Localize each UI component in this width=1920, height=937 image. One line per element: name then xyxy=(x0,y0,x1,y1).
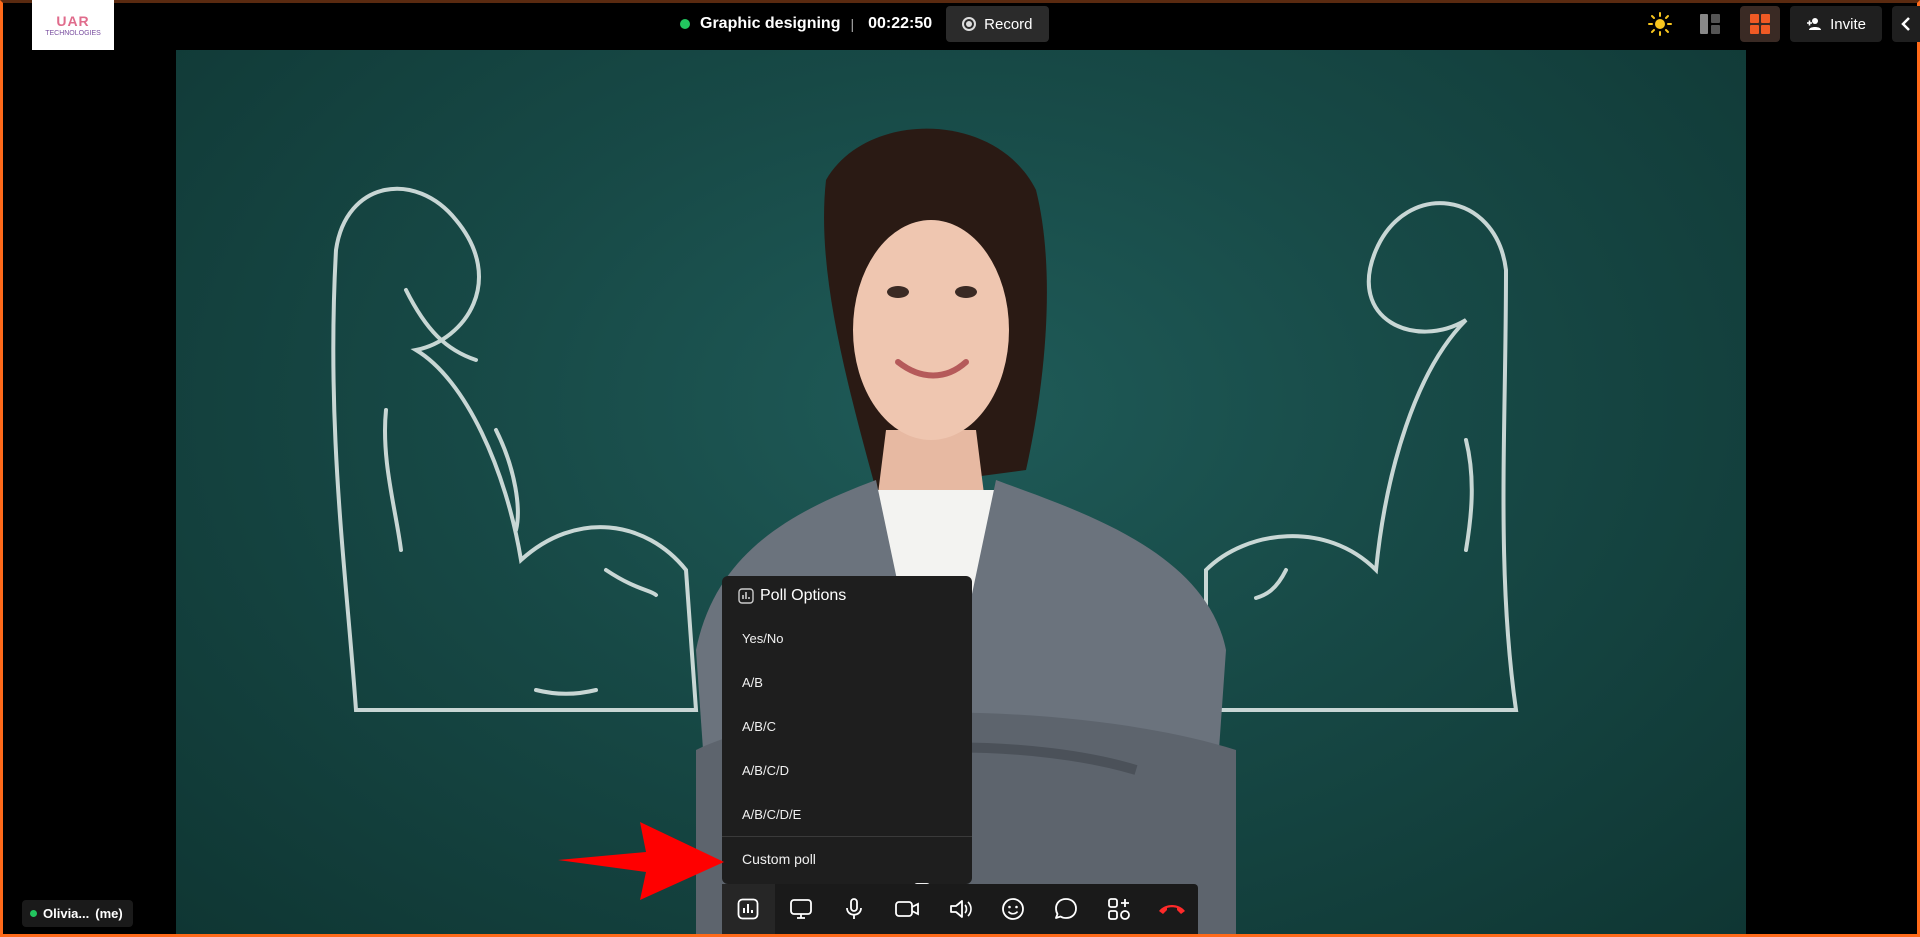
grid-layout-button[interactable] xyxy=(1740,6,1781,42)
chevron-left-icon xyxy=(1901,17,1910,31)
layout-sidebar-icon xyxy=(1700,14,1721,34)
record-button[interactable]: Record xyxy=(946,6,1049,42)
end-call-icon xyxy=(1158,905,1185,914)
top-right-controls: Invite xyxy=(1640,6,1920,42)
company-logo: UAR TECHNOLOGIES xyxy=(32,0,114,50)
screen-share-button[interactable] xyxy=(775,884,828,934)
camera-button[interactable] xyxy=(881,884,934,934)
logo-text: UAR xyxy=(56,13,90,29)
end-call-button[interactable] xyxy=(1145,884,1198,934)
meeting-timer: 00:22:50 xyxy=(868,15,933,32)
sidebar-layout-button[interactable] xyxy=(1690,6,1730,42)
pointer-arrow-annotation xyxy=(558,822,724,900)
poll-option-a-b-c-d[interactable]: A/B/C/D xyxy=(722,748,972,792)
participant-name: Olivia... xyxy=(43,906,90,921)
meeting-title: Graphic designing xyxy=(700,15,841,32)
custom-poll-option[interactable]: Custom poll xyxy=(722,836,972,880)
apps-icon xyxy=(1107,898,1130,920)
title-separator: | xyxy=(850,16,855,32)
poll-icon xyxy=(738,898,759,920)
chat-button[interactable] xyxy=(1039,884,1092,934)
live-status-dot xyxy=(680,19,690,29)
record-icon xyxy=(962,17,977,31)
poll-option-yes-no[interactable]: Yes/No xyxy=(722,616,972,660)
logo-subtext: TECHNOLOGIES xyxy=(45,30,101,37)
layout-grid-icon xyxy=(1750,14,1771,34)
invite-button[interactable]: Invite xyxy=(1790,6,1882,42)
sun-icon xyxy=(1648,12,1673,36)
poll-option-a-b[interactable]: A/B xyxy=(722,660,972,704)
apps-button[interactable] xyxy=(1092,884,1145,934)
record-label: Record xyxy=(984,15,1033,33)
online-status-dot xyxy=(30,910,37,917)
poll-option-a-b-c-d-e[interactable]: A/B/C/D/E xyxy=(722,792,972,836)
invite-label: Invite xyxy=(1830,15,1866,33)
theme-toggle-button[interactable] xyxy=(1640,6,1680,42)
poll-option-a-b-c[interactable]: A/B/C xyxy=(722,704,972,748)
chat-icon xyxy=(1054,898,1077,919)
self-participant-tag: Olivia... (me) xyxy=(22,900,133,927)
poll-menu-header: Poll Options xyxy=(722,576,972,616)
poll-button[interactable] xyxy=(722,884,775,934)
emoji-icon xyxy=(1001,898,1024,920)
microphone-icon xyxy=(846,898,863,919)
screen-share-icon xyxy=(790,899,813,919)
collapse-panel-button[interactable] xyxy=(1892,6,1920,42)
camera-icon xyxy=(895,901,920,917)
poll-options-menu: Poll Options Yes/No A/B A/B/C A/B/C/D A/… xyxy=(722,576,972,884)
speaker-button[interactable] xyxy=(934,884,987,934)
poll-icon xyxy=(738,588,754,604)
reactions-button[interactable] xyxy=(986,884,1039,934)
poll-menu-title: Poll Options xyxy=(760,587,847,604)
microphone-button[interactable] xyxy=(828,884,881,934)
meeting-info: Graphic designing | 00:22:50 Record xyxy=(680,6,1049,42)
participant-suffix: (me) xyxy=(95,906,123,921)
add-person-icon xyxy=(1807,18,1822,30)
meeting-toolbar xyxy=(722,884,1198,934)
speaker-icon xyxy=(950,900,972,918)
